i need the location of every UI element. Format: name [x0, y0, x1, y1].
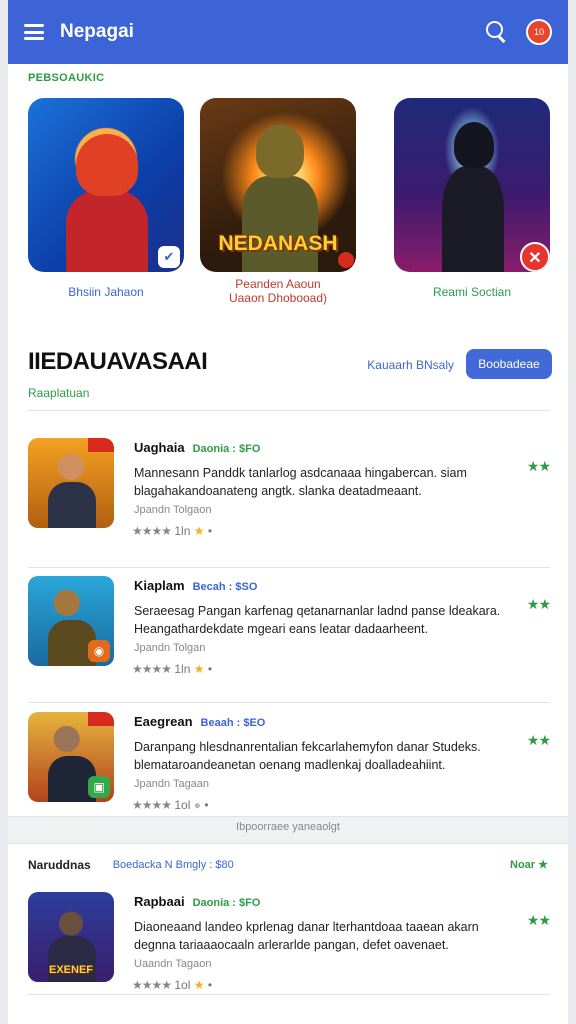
game-thumbnail: ▣	[28, 712, 114, 802]
item-rating: ★★★★ 1ol ★ •	[132, 978, 213, 992]
featured-image: NEDANASH	[200, 98, 356, 272]
check-icon: ✔	[158, 246, 180, 268]
game-thumbnail: EXENEF	[28, 892, 114, 982]
status-dot-icon	[338, 252, 354, 268]
band-hint: Ibpoorraee yaneaolgt	[236, 821, 340, 833]
search-icon[interactable]	[486, 21, 508, 43]
item-title: Eaegrean Beaah : $EO	[134, 714, 266, 729]
menu-icon[interactable]	[24, 24, 44, 40]
item-description: Daranpang hlesdnanrentalian fekcarlahemy…	[134, 740, 481, 772]
game-badge-icon: ▣	[88, 776, 110, 798]
list-item[interactable]: EXENEF Rapbaai Daonia : $FO Diaoneaand la…	[28, 892, 551, 992]
star-icon: ★	[193, 978, 205, 992]
band-header: Naruddnas Boedacka N Bmgly : $80 Noar ★	[8, 843, 568, 885]
list-item[interactable]: ◉ Kiaplam Becah : $SO Seraeesag Pangan ka…	[28, 576, 551, 676]
divider	[28, 410, 550, 411]
item-title: Kiaplam Becah : $SO	[134, 578, 258, 593]
item-title: Rapbaai Daonia : $FO	[134, 894, 261, 909]
app-bar: Nepagai 10	[8, 0, 568, 64]
list-item[interactable]: ▣ Eaegrean Beaah : $EO Daranpang hlesdnan…	[28, 712, 551, 812]
list-item[interactable]: Uaghaia Daonia : $FO Mannesann Panddk tan…	[28, 438, 551, 538]
notification-badge[interactable]: 10	[526, 19, 552, 45]
star-icon: ★	[193, 524, 205, 538]
featured-caption-secondary: Uaaon Dhobooad)	[228, 291, 328, 305]
featured-image: ✕	[394, 98, 550, 272]
band-title: Naruddnas	[28, 857, 91, 872]
divider	[28, 567, 550, 568]
thumbnail-text: EXENEF	[48, 964, 93, 976]
star-icon: ●	[193, 798, 201, 812]
close-icon[interactable]: ✕	[520, 242, 550, 272]
game-badge-icon: ◉	[88, 640, 110, 662]
list-action-button[interactable]: Boobadeae	[466, 349, 552, 379]
star-icon: ★	[193, 662, 205, 676]
featured-card[interactable]: NEDANASH Peanden Aaoun Uaaon Dhobooad)	[200, 98, 356, 304]
item-description: Seraeesag Pangan karfenag qetanarnanlar …	[134, 604, 501, 636]
divider	[28, 994, 550, 995]
star-icon: ★★★★	[132, 524, 172, 538]
item-meta: Uaandn Tagaon	[134, 958, 212, 970]
game-thumbnail: ◉	[28, 576, 114, 666]
item-badge-stars: ★★	[526, 458, 551, 474]
item-meta: Jpandn Tolgan	[134, 642, 206, 654]
item-rating: ★★★★ 1ol ● •	[132, 798, 209, 812]
featured-card[interactable]: ✔ Bhsiin Jahaon	[28, 98, 184, 298]
featured-image: ✔	[28, 98, 184, 272]
item-description: Mannesann Panddk tanlarlog asdcanaaa hin…	[134, 466, 467, 498]
divider	[28, 702, 550, 703]
list-header: IIEDAUAVASAAI Raaplatuan Kauaarh BNsaly …	[28, 348, 552, 408]
band-filter[interactable]: Boedacka N Bmgly : $80	[113, 859, 510, 871]
game-thumbnail	[28, 438, 114, 528]
item-tag: Daonia : $FO	[192, 897, 261, 909]
item-tag: Daonia : $FO	[192, 443, 261, 455]
featured-section-label: PEBSOAUKIC	[28, 72, 105, 84]
star-icon: ★★★★	[132, 662, 172, 676]
item-badge-stars: ★★	[526, 596, 551, 612]
star-icon: ★★★★	[132, 798, 172, 812]
item-badge-stars: ★★	[526, 732, 551, 748]
featured-caption: Peanden Aaoun	[235, 277, 321, 291]
app-title: Nepagai	[60, 21, 134, 42]
item-badge-stars: ★★	[526, 912, 551, 928]
featured-caption: Reami Soctian	[432, 285, 512, 299]
item-title: Uaghaia Daonia : $FO	[134, 440, 261, 455]
featured-tile-text: NEDANASH	[218, 232, 338, 255]
list-subtitle: Raaplatuan	[28, 386, 90, 400]
featured-caption: Bhsiin Jahaon	[68, 285, 144, 299]
section-band: Ibpoorraee yaneaolgt Naruddnas Boedacka …	[8, 816, 568, 885]
item-meta: Jpandn Tagaan	[134, 778, 210, 790]
item-description: Diaoneaand landeo kprlenag danar lterhan…	[134, 920, 479, 952]
main-content: PEBSOAUKIC ✔ Bhsiin Jahaon NEDANASH Pean…	[8, 64, 568, 1024]
item-tag: Beaah : $EO	[200, 717, 266, 729]
band-more-link[interactable]: Noar ★	[510, 858, 548, 871]
list-link[interactable]: Kauaarh BNsaly	[367, 358, 454, 372]
item-rating: ★★★★ 1ln ★ •	[132, 662, 213, 676]
star-icon: ★★★★	[132, 978, 172, 992]
item-tag: Becah : $SO	[192, 581, 258, 593]
featured-card[interactable]: ✕ Reami Soctian	[394, 98, 550, 298]
item-rating: ★★★★ 1ln ★ •	[132, 524, 213, 538]
item-meta: Jpandn Tolgaon	[134, 504, 212, 516]
